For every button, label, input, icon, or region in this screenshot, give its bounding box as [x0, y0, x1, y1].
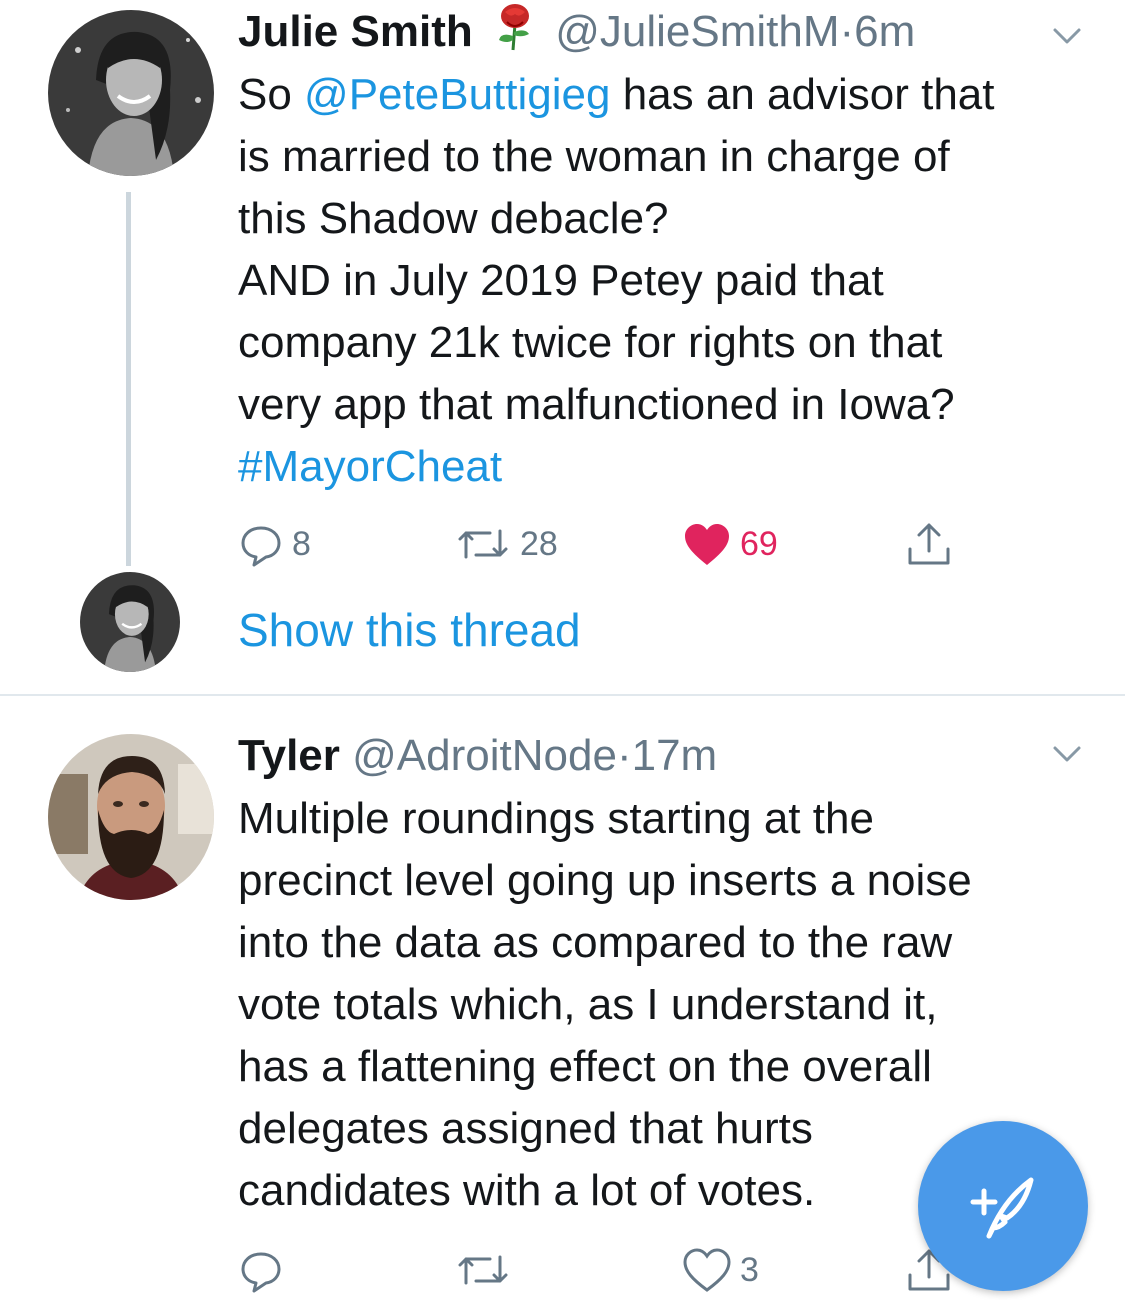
tweet-text-line: has a flattening effect on the overall	[238, 1042, 932, 1091]
handle[interactable]: @JulieSmithM	[555, 7, 839, 56]
tweet-text: So @PeteButtigieg has an advisor that is…	[238, 64, 1098, 498]
tweet-text-line: vote totals which, as I understand it,	[238, 980, 938, 1029]
thread-connector-line	[126, 192, 131, 566]
reply-icon	[241, 526, 281, 567]
reply-icon	[241, 1252, 281, 1293]
like-count: 3	[740, 1250, 759, 1289]
reply-button[interactable]: 8	[238, 514, 311, 574]
tweet-text-line: this Shadow debacle?	[238, 194, 669, 243]
chevron-down-icon[interactable]	[1049, 736, 1085, 772]
tweet-divider	[0, 694, 1125, 696]
tweet-text-line: very app that malfunctioned in Iowa?	[238, 380, 955, 429]
reply-button[interactable]	[238, 1240, 292, 1300]
mention-link[interactable]: @PeteButtigieg	[304, 70, 610, 119]
avatar-tyler-image	[48, 734, 214, 900]
handle[interactable]: @AdroitNode	[352, 731, 617, 780]
thread-avatar-julie-smith[interactable]	[80, 572, 180, 672]
heart-outline-icon	[683, 1248, 731, 1292]
retweet-count: 28	[520, 524, 558, 563]
thread-avatar-image	[80, 572, 180, 672]
tweet-actions: 3	[238, 1240, 998, 1300]
tweet-actions: 8 28 69	[238, 514, 998, 574]
retweet-icon	[458, 529, 508, 559]
timestamp[interactable]: 17m	[632, 731, 718, 780]
tweet-text-line: So @PeteButtigieg has an advisor that	[238, 70, 995, 119]
avatar-julie-smith-image	[48, 10, 214, 176]
tweet-text-line: is married to the woman in charge of	[238, 132, 950, 181]
heart-filled-icon	[685, 524, 729, 565]
rose-emoji-icon	[493, 2, 537, 68]
compose-tweet-icon	[970, 1177, 1034, 1239]
like-button[interactable]: 69	[682, 514, 778, 574]
like-button[interactable]: 3	[682, 1240, 759, 1300]
hashtag-link[interactable]: #MayorCheat	[238, 442, 502, 491]
like-count: 69	[740, 524, 778, 563]
separator-dot: ·	[839, 7, 855, 56]
show-this-thread-link[interactable]: Show this thread	[238, 600, 581, 660]
tweet-text-line: precinct level going up inserts a noise	[238, 856, 972, 905]
tweet-header: Tyler @AdroitNode·17m	[238, 726, 717, 786]
retweet-icon	[458, 1255, 508, 1285]
compose-tweet-button[interactable]	[918, 1121, 1088, 1291]
tweet-text-line: AND in July 2019 Petey paid that	[238, 256, 884, 305]
retweet-button[interactable]: 28	[454, 514, 558, 574]
display-name[interactable]: Tyler	[238, 731, 340, 780]
tweet-text-line: Multiple roundings starting at the	[238, 794, 874, 843]
share-icon	[908, 523, 950, 565]
tweet-header: Julie Smith @JulieSmithM·6m	[238, 2, 915, 68]
avatar-tyler[interactable]	[48, 734, 214, 900]
share-button[interactable]	[904, 514, 954, 574]
retweet-button[interactable]	[454, 1240, 520, 1300]
avatar-julie-smith[interactable]	[48, 10, 214, 176]
tweet-text-line: into the data as compared to the raw	[238, 918, 953, 967]
reply-count: 8	[292, 524, 311, 563]
separator-dot: ·	[616, 731, 632, 780]
display-name[interactable]: Julie Smith	[238, 7, 473, 56]
timestamp[interactable]: 6m	[854, 7, 915, 56]
chevron-down-icon[interactable]	[1049, 18, 1085, 54]
tweet-text-line: company 21k twice for rights on that	[238, 318, 943, 367]
